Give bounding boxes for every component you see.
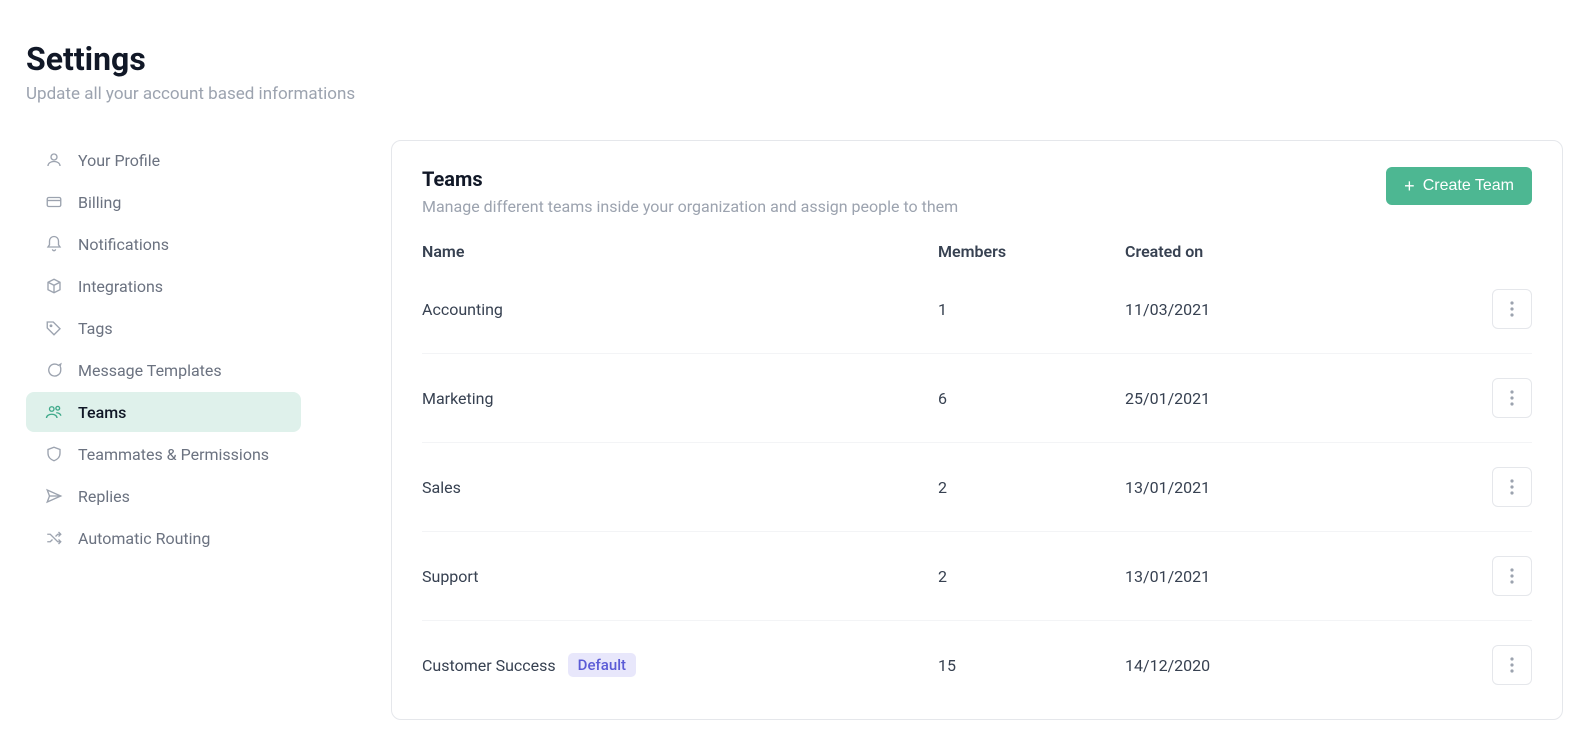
user-icon bbox=[44, 150, 64, 170]
sidebar-item-label: Billing bbox=[78, 193, 121, 212]
sidebar-item-billing[interactable]: Billing bbox=[26, 182, 301, 222]
row-actions-button[interactable] bbox=[1492, 556, 1532, 596]
users-icon bbox=[44, 402, 64, 422]
sidebar-item-tags[interactable]: Tags bbox=[26, 308, 301, 348]
page-subtitle: Update all your account based informatio… bbox=[26, 84, 1563, 104]
table-row: Accounting 111/03/2021 bbox=[422, 275, 1532, 353]
sidebar-item-your-profile[interactable]: Your Profile bbox=[26, 140, 301, 180]
sidebar-item-label: Replies bbox=[78, 487, 130, 506]
bell-icon bbox=[44, 234, 64, 254]
row-actions-button[interactable] bbox=[1492, 378, 1532, 418]
sidebar-item-label: Message Templates bbox=[78, 361, 222, 380]
sidebar-item-automatic-routing[interactable]: Automatic Routing bbox=[26, 518, 301, 558]
more-vertical-icon bbox=[1510, 568, 1514, 584]
more-vertical-icon bbox=[1510, 301, 1514, 317]
more-vertical-icon bbox=[1510, 657, 1514, 673]
shuffle-icon bbox=[44, 528, 64, 548]
team-members: 2 bbox=[938, 478, 1125, 497]
team-name: Support bbox=[422, 567, 478, 586]
team-created-on: 11/03/2021 bbox=[1125, 300, 1405, 319]
team-members: 15 bbox=[938, 656, 1125, 675]
sidebar-item-notifications[interactable]: Notifications bbox=[26, 224, 301, 264]
chat-icon bbox=[44, 360, 64, 380]
more-vertical-icon bbox=[1510, 390, 1514, 406]
team-created-on: 14/12/2020 bbox=[1125, 656, 1405, 675]
sidebar-item-replies[interactable]: Replies bbox=[26, 476, 301, 516]
team-created-on: 13/01/2021 bbox=[1125, 567, 1405, 586]
table-row: Customer Success Default 1514/12/2020 bbox=[422, 620, 1532, 709]
sidebar-item-integrations[interactable]: Integrations bbox=[26, 266, 301, 306]
page-title: Settings bbox=[26, 40, 1563, 78]
row-actions-button[interactable] bbox=[1492, 467, 1532, 507]
shield-icon bbox=[44, 444, 64, 464]
table-row: Sales 213/01/2021 bbox=[422, 442, 1532, 531]
team-created-on: 13/01/2021 bbox=[1125, 478, 1405, 497]
row-actions-button[interactable] bbox=[1492, 289, 1532, 329]
sidebar-item-label: Teammates & Permissions bbox=[78, 445, 269, 464]
panel-title: Teams bbox=[422, 167, 958, 191]
column-header-members: Members bbox=[938, 242, 1125, 261]
column-header-created-on: Created on bbox=[1125, 242, 1405, 261]
sidebar-item-label: Your Profile bbox=[78, 151, 160, 170]
team-members: 2 bbox=[938, 567, 1125, 586]
sidebar-item-label: Teams bbox=[78, 403, 126, 422]
tag-icon bbox=[44, 318, 64, 338]
team-members: 6 bbox=[938, 389, 1125, 408]
sidebar-item-teams[interactable]: Teams bbox=[26, 392, 301, 432]
table-row: Marketing 625/01/2021 bbox=[422, 353, 1532, 442]
team-name: Sales bbox=[422, 478, 461, 497]
create-button-label: Create Team bbox=[1423, 177, 1514, 195]
team-name: Accounting bbox=[422, 300, 503, 319]
box-icon bbox=[44, 276, 64, 296]
settings-sidebar: Your Profile Billing Notifications Integ… bbox=[26, 140, 301, 560]
plus-icon: + bbox=[1404, 177, 1415, 195]
row-actions-button[interactable] bbox=[1492, 645, 1532, 685]
team-name: Marketing bbox=[422, 389, 493, 408]
default-badge: Default bbox=[568, 653, 636, 677]
send-icon bbox=[44, 486, 64, 506]
sidebar-item-label: Automatic Routing bbox=[78, 529, 210, 548]
teams-panel: Teams Manage different teams inside your… bbox=[391, 140, 1563, 720]
team-members: 1 bbox=[938, 300, 1125, 319]
column-header-name: Name bbox=[422, 242, 938, 261]
create-team-button[interactable]: + Create Team bbox=[1386, 167, 1532, 205]
sidebar-item-label: Integrations bbox=[78, 277, 163, 296]
team-name: Customer Success bbox=[422, 656, 556, 675]
more-vertical-icon bbox=[1510, 479, 1514, 495]
table-row: Support 213/01/2021 bbox=[422, 531, 1532, 620]
sidebar-item-message-templates[interactable]: Message Templates bbox=[26, 350, 301, 390]
card-icon bbox=[44, 192, 64, 212]
sidebar-item-label: Notifications bbox=[78, 235, 169, 254]
panel-subtitle: Manage different teams inside your organ… bbox=[422, 197, 958, 216]
team-created-on: 25/01/2021 bbox=[1125, 389, 1405, 408]
sidebar-item-teammates-permissions[interactable]: Teammates & Permissions bbox=[26, 434, 301, 474]
sidebar-item-label: Tags bbox=[78, 319, 113, 338]
